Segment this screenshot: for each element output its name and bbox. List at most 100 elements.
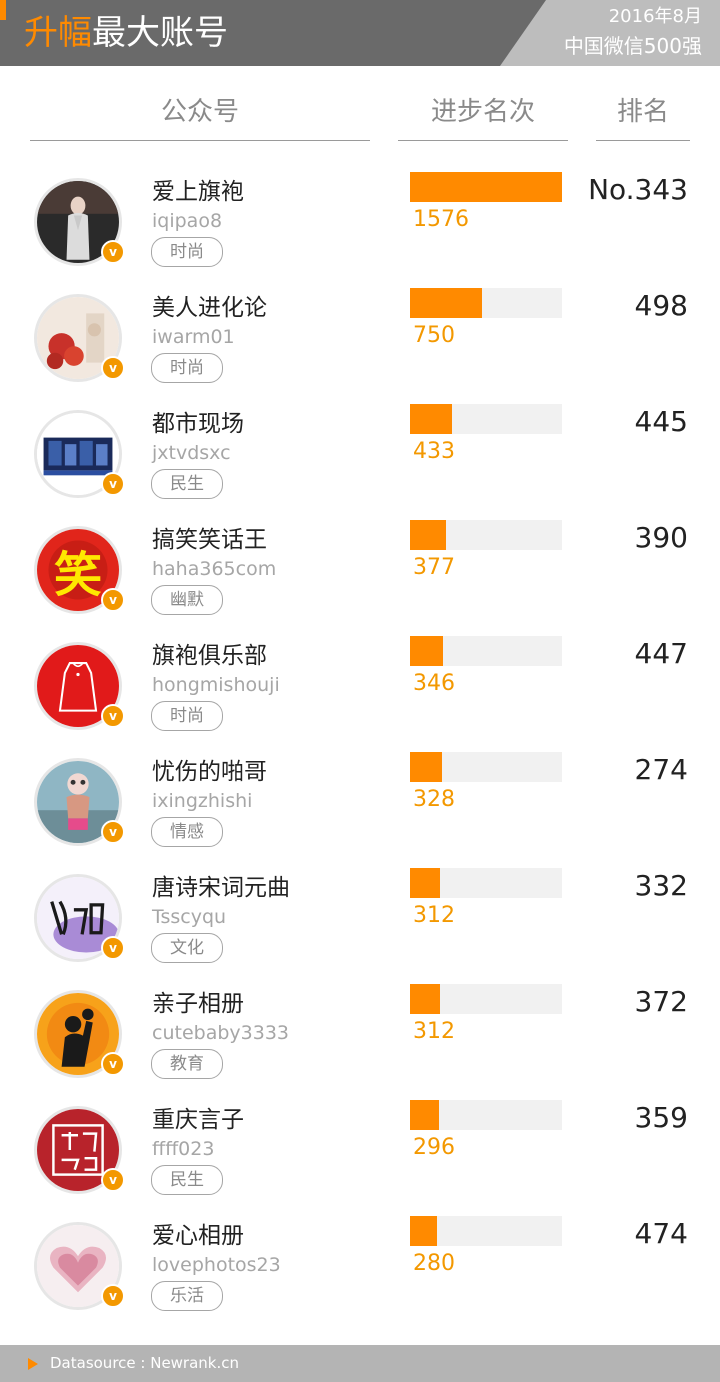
rank-value: No.343 <box>588 173 688 206</box>
category-tag: 文化 <box>151 933 223 963</box>
verified-badge-icon: v <box>101 704 125 728</box>
progress-bar-fill <box>410 984 441 1014</box>
progress-bar-fill <box>410 752 442 782</box>
list-item[interactable]: v 美人进化论 iwarm01 时尚 750 498 <box>0 280 720 396</box>
header-date: 2016年8月 <box>608 6 702 27</box>
category-tag: 民生 <box>151 469 223 499</box>
account-name: 都市现场 <box>152 411 244 437</box>
rank-value: 359 <box>634 1101 688 1134</box>
list-item[interactable]: v 爱上旗袍 iqipao8 时尚 1576 No.343 <box>0 164 720 280</box>
list-item[interactable]: v 爱心相册 lovephotos23 乐活 280 474 <box>0 1208 720 1324</box>
progress-bar-track <box>410 636 562 666</box>
progress-value: 296 <box>413 1135 455 1160</box>
play-arrow-icon <box>28 1358 38 1370</box>
progress-bar-fill <box>410 1216 437 1246</box>
account-name: 忧伤的啪哥 <box>152 759 267 785</box>
progress-bar-fill <box>410 404 452 434</box>
page-title: 升幅最大账号 <box>24 10 228 56</box>
rank-value: 447 <box>634 637 688 670</box>
progress-bar-track <box>410 520 562 550</box>
progress-bar-track <box>410 172 562 202</box>
progress-value: 433 <box>413 439 455 464</box>
header-accent-mark <box>0 0 6 20</box>
category-tag: 时尚 <box>151 701 223 731</box>
account-id: jxtvdsxc <box>152 442 231 464</box>
account-name: 唐诗宋词元曲 <box>152 875 290 901</box>
account-name: 旗袍俱乐部 <box>152 643 267 669</box>
header-banner: 升幅最大账号 2016年8月 中国微信500强 <box>0 0 720 66</box>
list-item[interactable]: v 忧伤的啪哥 ixingzhishi 情感 328 274 <box>0 744 720 860</box>
list-item[interactable]: v 亲子相册 cutebaby3333 教育 312 372 <box>0 976 720 1092</box>
progress-bar-fill <box>410 520 447 550</box>
category-tag: 情感 <box>151 817 223 847</box>
progress-bar-track <box>410 404 562 434</box>
account-id: iqipao8 <box>152 210 223 232</box>
progress-value: 1576 <box>413 207 469 232</box>
verified-badge-icon: v <box>101 356 125 380</box>
header-subtitle: 中国微信500强 <box>563 34 702 58</box>
progress-bar-track <box>410 984 562 1014</box>
account-id: ixingzhishi <box>152 790 253 812</box>
header-date-panel: 2016年8月 中国微信500强 <box>500 0 720 66</box>
verified-badge-icon: v <box>101 240 125 264</box>
progress-value: 377 <box>413 555 455 580</box>
account-id: cutebaby3333 <box>152 1022 289 1044</box>
category-tag: 教育 <box>151 1049 223 1079</box>
list-item[interactable]: v 旗袍俱乐部 hongmishouji 时尚 346 447 <box>0 628 720 744</box>
verified-badge-icon: v <box>101 1284 125 1308</box>
account-name: 重庆言子 <box>152 1107 244 1133</box>
list-item[interactable]: v 都市现场 jxtvdsxc 民生 433 445 <box>0 396 720 512</box>
category-tag: 时尚 <box>151 237 223 267</box>
progress-value: 328 <box>413 787 455 812</box>
progress-value: 312 <box>413 1019 455 1044</box>
category-tag: 幽默 <box>151 585 223 615</box>
verified-badge-icon: v <box>101 820 125 844</box>
verified-badge-icon: v <box>101 588 125 612</box>
data-source: Datasource : Newrank.cn <box>50 1354 240 1372</box>
rank-value: 445 <box>634 405 688 438</box>
page-title-highlight: 升幅 <box>24 13 92 53</box>
category-tag: 时尚 <box>151 353 223 383</box>
rank-value: 274 <box>634 753 688 786</box>
account-id: iwarm01 <box>152 326 235 348</box>
account-id: lovephotos23 <box>152 1254 281 1276</box>
column-header-rank: 排名 <box>596 94 690 141</box>
footer: Datasource : Newrank.cn <box>0 1345 720 1382</box>
page-title-rest: 最大账号 <box>92 13 228 53</box>
progress-bar-fill <box>410 1100 439 1130</box>
list-item[interactable]: 笑 v 搞笑笑话王 haha365com 幽默 377 390 <box>0 512 720 628</box>
account-id: haha365com <box>152 558 277 580</box>
account-name: 搞笑笑话王 <box>152 527 267 553</box>
rank-value: 498 <box>634 289 688 322</box>
column-header-account: 公众号 <box>30 94 370 141</box>
progress-bar-fill <box>410 172 562 202</box>
account-name: 爱上旗袍 <box>152 179 244 205</box>
progress-bar-track <box>410 1100 562 1130</box>
category-tag: 民生 <box>151 1165 223 1195</box>
list-item[interactable]: v 重庆言子 ffff023 民生 296 359 <box>0 1092 720 1208</box>
account-name: 爱心相册 <box>152 1223 244 1249</box>
progress-bar-track <box>410 1216 562 1246</box>
progress-value: 750 <box>413 323 455 348</box>
category-tag: 乐活 <box>151 1281 223 1311</box>
verified-badge-icon: v <box>101 472 125 496</box>
verified-badge-icon: v <box>101 1168 125 1192</box>
rank-value: 372 <box>634 985 688 1018</box>
account-id: ffff023 <box>152 1138 215 1160</box>
account-id: Tsscyqu <box>152 906 227 928</box>
progress-bar-track <box>410 288 562 318</box>
rank-value: 390 <box>634 521 688 554</box>
progress-bar-fill <box>410 868 441 898</box>
account-name: 亲子相册 <box>152 991 244 1017</box>
progress-value: 346 <box>413 671 455 696</box>
verified-badge-icon: v <box>101 1052 125 1076</box>
progress-bar-track <box>410 868 562 898</box>
progress-bar-fill <box>410 288 483 318</box>
rank-value: 332 <box>634 869 688 902</box>
account-name: 美人进化论 <box>152 295 267 321</box>
list-item[interactable]: v 唐诗宋词元曲 Tsscyqu 文化 312 332 <box>0 860 720 976</box>
column-header-progress: 进步名次 <box>398 94 568 141</box>
progress-value: 312 <box>413 903 455 928</box>
progress-value: 280 <box>413 1251 455 1276</box>
rank-value: 474 <box>634 1217 688 1250</box>
